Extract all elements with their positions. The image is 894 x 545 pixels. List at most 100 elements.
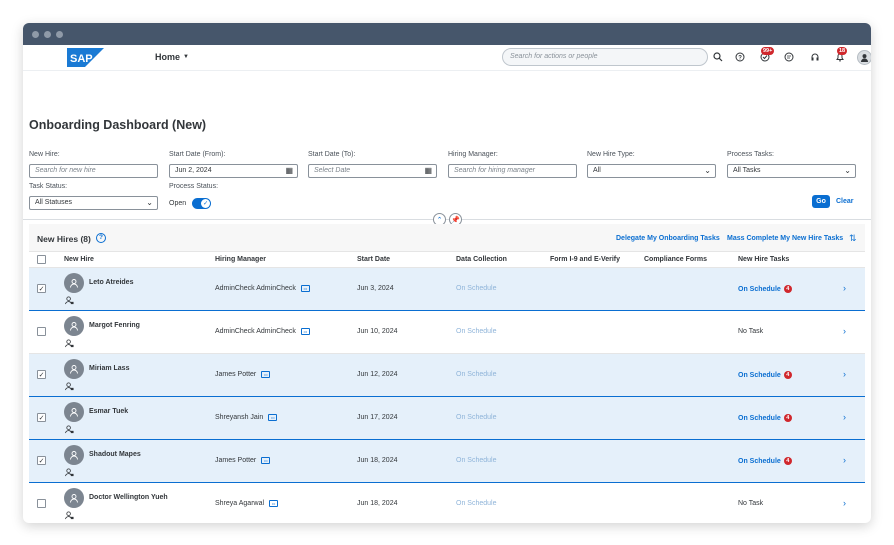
- process-status-switch[interactable]: ✓: [192, 197, 212, 209]
- hiring-manager-cell: AdminCheck AdminCheck ▭: [215, 285, 310, 292]
- search-input[interactable]: Search for actions or people: [502, 48, 708, 66]
- help-icon[interactable]: ?: [96, 233, 106, 243]
- column-header[interactable]: New Hire Tasks: [738, 256, 789, 263]
- window-dot[interactable]: [56, 30, 63, 38]
- contact-card-icon[interactable]: ▭: [261, 457, 271, 464]
- chevron-right-icon[interactable]: ›: [843, 455, 846, 465]
- new-hire-tasks-status[interactable]: On Schedule 4: [738, 414, 792, 422]
- data-collection-status[interactable]: On Schedule: [456, 285, 496, 292]
- mass-complete-link[interactable]: Mass Complete My New Hire Tasks: [727, 235, 843, 242]
- chevron-right-icon[interactable]: ›: [843, 369, 846, 379]
- search-icon[interactable]: [711, 50, 725, 64]
- filter-label: Start Date (To):: [308, 151, 356, 158]
- calendar-icon[interactable]: ▦: [285, 165, 293, 177]
- new-hire-tasks-status[interactable]: On Schedule 4: [738, 457, 792, 465]
- start-date-from-value: Jun 2, 2024: [175, 167, 212, 174]
- clear-button[interactable]: Clear: [836, 198, 854, 205]
- window-dot[interactable]: [32, 30, 39, 38]
- chevron-down-icon: ⌄: [844, 166, 851, 175]
- contact-card-icon[interactable]: ▭: [268, 414, 278, 421]
- person-avatar-icon: [64, 402, 84, 422]
- start-date-cell: Jun 18, 2024: [357, 500, 398, 507]
- start-date-from-field[interactable]: Jun 2, 2024 ▦: [169, 164, 298, 178]
- task-status-select[interactable]: All Statuses ⌄: [29, 196, 158, 210]
- table-row[interactable]: ✓ Esmar Tuek Shreyansh Jain ▭ Jun 17, 20…: [29, 397, 865, 440]
- new-hire-tasks-status[interactable]: On Schedule 4: [738, 371, 792, 379]
- task-count-badge: 4: [783, 285, 792, 293]
- column-header[interactable]: Form I-9 and E-Verify: [550, 256, 620, 263]
- new-hire-tasks-status: No Task: [738, 328, 763, 335]
- data-collection-status[interactable]: On Schedule: [456, 414, 496, 421]
- new-hire-tasks-text: On Schedule: [738, 414, 781, 422]
- column-header[interactable]: Compliance Forms: [644, 256, 707, 263]
- task-status-value: All Statuses: [35, 199, 72, 206]
- new-hire-tasks-text: No Task: [738, 328, 764, 335]
- sort-icon[interactable]: ⇅: [849, 233, 857, 244]
- chevron-right-icon[interactable]: ›: [843, 326, 846, 336]
- user-avatar[interactable]: [857, 50, 871, 65]
- table-row[interactable]: Doctor Wellington Yueh Shreya Agarwal ▭ …: [29, 483, 865, 523]
- row-checkbox-checked[interactable]: ✓: [37, 456, 46, 465]
- filter-hiring-manager: Hiring Manager: Search for hiring manage…: [448, 151, 577, 178]
- chevron-right-icon[interactable]: ›: [843, 412, 846, 422]
- process-tasks-select[interactable]: All Tasks ⌄: [727, 164, 856, 178]
- help-icon[interactable]: ?: [733, 50, 747, 64]
- start-date-to-field[interactable]: Select Date ▦: [308, 164, 437, 178]
- contact-card-icon[interactable]: ▭: [261, 371, 271, 378]
- employee-profile-icon[interactable]: [65, 382, 74, 393]
- filter-label: Process Status:: [169, 183, 219, 190]
- chevron-down-icon: ▼: [183, 54, 189, 60]
- delegate-tasks-link[interactable]: Delegate My Onboarding Tasks: [616, 235, 720, 242]
- new-hire-name: Doctor Wellington Yueh: [89, 494, 168, 501]
- row-checkbox-checked[interactable]: ✓: [37, 284, 46, 293]
- window-dot[interactable]: [44, 30, 51, 38]
- data-collection-status[interactable]: On Schedule: [456, 457, 496, 464]
- table-row[interactable]: ✓ Miriam Lass James Potter ▭ Jun 12, 202…: [29, 354, 865, 397]
- column-header[interactable]: Start Date: [357, 256, 390, 263]
- row-checkbox-checked[interactable]: ✓: [37, 370, 46, 379]
- employee-profile-icon[interactable]: [65, 468, 74, 479]
- calendar-icon[interactable]: ▦: [424, 165, 432, 177]
- data-collection-status[interactable]: On Schedule: [456, 371, 496, 378]
- contact-card-icon[interactable]: ▭: [269, 500, 279, 507]
- check-icon: ✓: [201, 198, 211, 208]
- new-hire-input[interactable]: Search for new hire: [29, 164, 158, 178]
- go-button[interactable]: Go: [812, 195, 830, 208]
- column-header[interactable]: Hiring Manager: [215, 256, 266, 263]
- table-row[interactable]: Margot Fenring AdminCheck AdminCheck ▭ J…: [29, 311, 865, 354]
- new-hire-type-select[interactable]: All ⌄: [587, 164, 716, 178]
- table-row[interactable]: ✓ Leto Atreides AdminCheck AdminCheck ▭ …: [29, 268, 865, 311]
- employee-profile-icon[interactable]: [65, 339, 74, 350]
- svg-text:SAP: SAP: [70, 53, 93, 65]
- row-checkbox-checked[interactable]: ✓: [37, 413, 46, 422]
- hiring-manager-input[interactable]: Search for hiring manager: [448, 164, 577, 178]
- new-hire-name: Esmar Tuek: [89, 408, 129, 415]
- data-collection-status[interactable]: On Schedule: [456, 328, 496, 335]
- filter-process-status: Process Status: Open ✓: [169, 183, 298, 210]
- hiring-manager-cell: James Potter ▭: [215, 457, 271, 464]
- employee-profile-icon[interactable]: [65, 296, 74, 307]
- contact-card-icon[interactable]: ▭: [300, 328, 310, 335]
- person-avatar-icon: [64, 488, 84, 508]
- new-hire-tasks-status[interactable]: On Schedule 4: [738, 285, 792, 293]
- conversation-icon[interactable]: [782, 50, 796, 64]
- hiring-manager-name: James Potter: [215, 457, 257, 464]
- employee-profile-icon[interactable]: [65, 425, 74, 436]
- column-header[interactable]: New Hire: [64, 256, 94, 263]
- task-count-badge: 4: [783, 457, 792, 465]
- app-window: SAP Home ▼ Search for actions or people …: [23, 23, 871, 523]
- headset-icon[interactable]: [808, 50, 822, 64]
- tasks-badge: 99+: [761, 47, 775, 55]
- row-checkbox[interactable]: [37, 327, 46, 336]
- contact-card-icon[interactable]: ▭: [300, 285, 310, 292]
- sap-logo[interactable]: SAP: [67, 48, 104, 67]
- home-menu[interactable]: Home ▼: [155, 52, 189, 62]
- employee-profile-icon[interactable]: [65, 511, 74, 522]
- table-row[interactable]: ✓ Shadout Mapes James Potter ▭ Jun 18, 2…: [29, 440, 865, 483]
- row-checkbox[interactable]: [37, 499, 46, 508]
- select-all-checkbox[interactable]: [37, 255, 46, 264]
- chevron-right-icon[interactable]: ›: [843, 498, 846, 508]
- column-header[interactable]: Data Collection: [456, 256, 507, 263]
- data-collection-status[interactable]: On Schedule: [456, 500, 496, 507]
- chevron-right-icon[interactable]: ›: [843, 283, 846, 293]
